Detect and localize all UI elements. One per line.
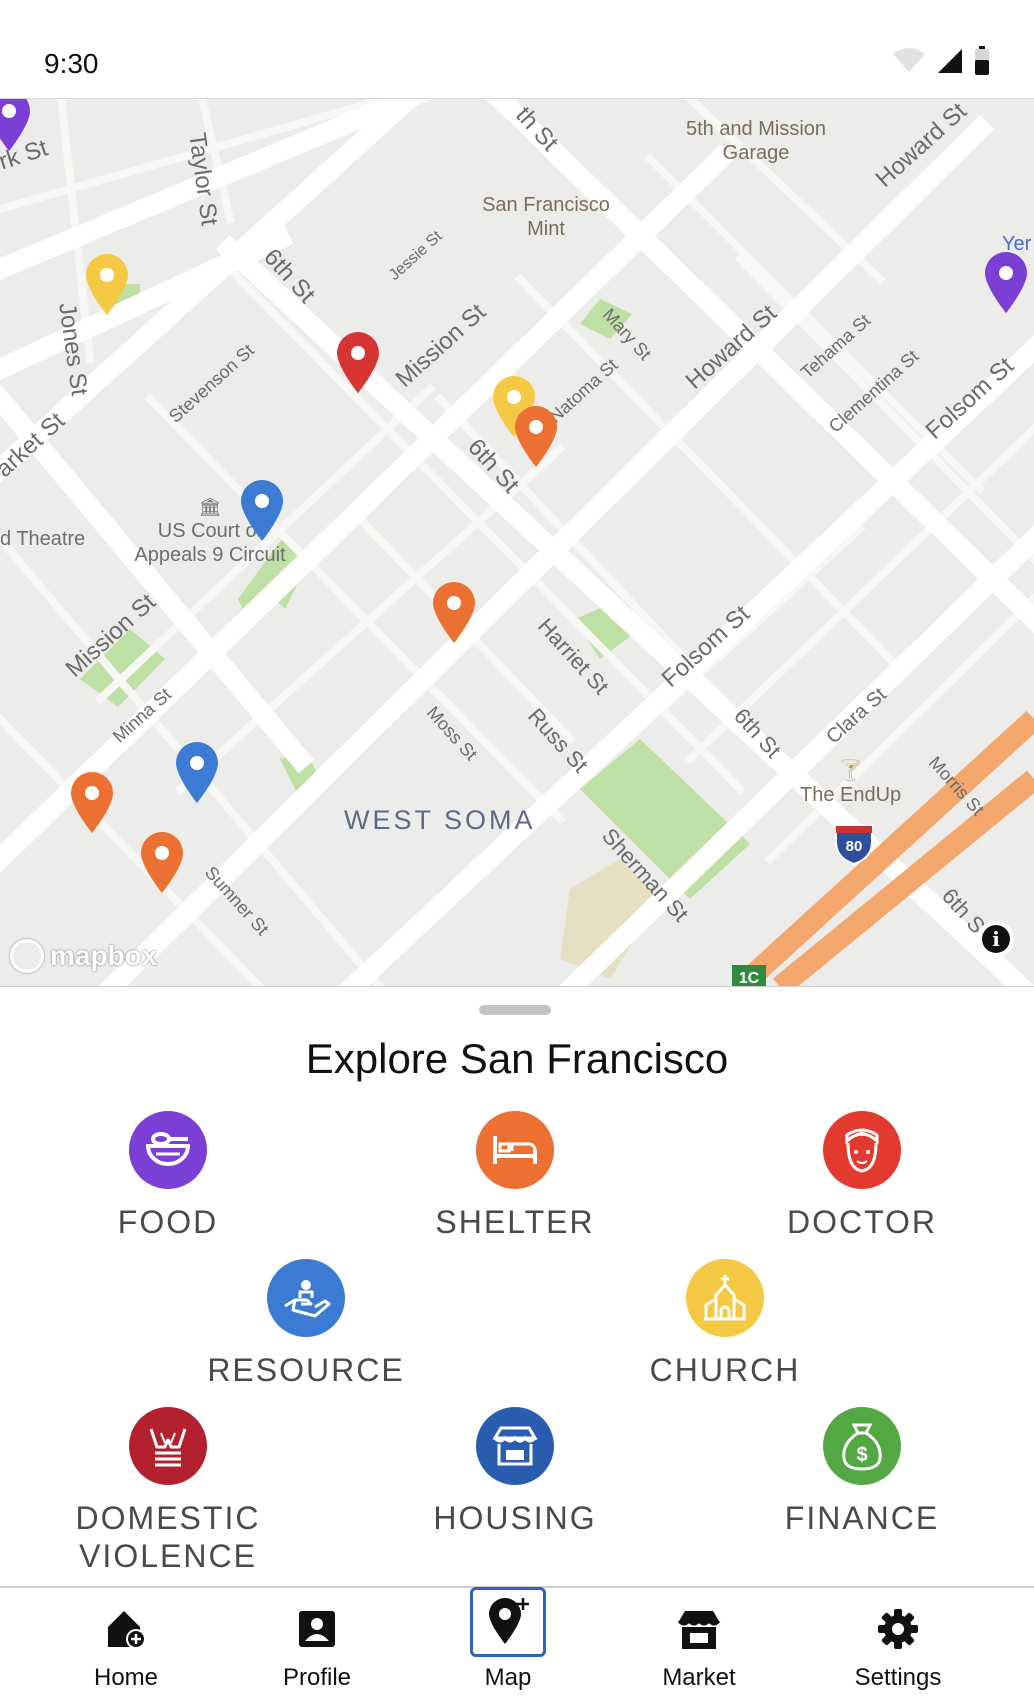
category-housing[interactable]: HOUSING xyxy=(385,1407,645,1537)
map-view[interactable]: 80 1C rk St Taylor St th St 5th and Miss… xyxy=(0,98,1034,987)
neighborhood-label: WEST SOMA xyxy=(344,805,536,835)
nav-market[interactable]: Market xyxy=(634,1604,764,1692)
nav-label: Profile xyxy=(282,1664,352,1691)
bed-icon xyxy=(476,1111,554,1189)
poi-name: d Theatre xyxy=(0,528,86,550)
map-pin-church[interactable] xyxy=(84,253,130,315)
map-pin-doctor[interactable] xyxy=(335,331,381,393)
nav-profile[interactable]: Profile xyxy=(252,1604,382,1692)
status-icons xyxy=(892,44,990,78)
bowl-icon xyxy=(129,1111,207,1189)
category-doctor[interactable]: DOCTOR xyxy=(732,1111,992,1241)
category-label: CHURCH xyxy=(649,1352,801,1388)
category-label: FOOD xyxy=(117,1204,219,1240)
signal-icon xyxy=(938,49,962,73)
home-plus-icon xyxy=(61,1604,191,1654)
category-resource[interactable]: RESOURCE xyxy=(176,1259,436,1389)
map-pin-food[interactable] xyxy=(983,251,1029,313)
category-label: FINANCE xyxy=(784,1500,940,1536)
mapbox-logo-icon xyxy=(10,939,44,973)
store-house-icon xyxy=(476,1407,554,1485)
nav-label: Market xyxy=(662,1664,736,1691)
poi-label: 🍸 The EndUp xyxy=(800,759,901,807)
poi-name: The EndUp xyxy=(800,784,902,806)
poi-name: San Francisco Mint xyxy=(482,194,610,240)
category-label: HOUSING xyxy=(433,1500,597,1536)
battery-icon xyxy=(975,46,989,75)
mapbox-wordmark: mapbox xyxy=(50,940,158,971)
map-pin-shelter[interactable] xyxy=(139,831,185,893)
sheet-title: Explore San Francisco xyxy=(305,1035,729,1082)
category-label: DOCTOR xyxy=(786,1204,938,1240)
map-pin-shelter[interactable] xyxy=(69,771,115,833)
poi-name: 5th and Mission Garage xyxy=(685,118,827,164)
hands-icon xyxy=(129,1407,207,1485)
wifi-icon xyxy=(893,48,925,72)
nav-map-icon-wrap xyxy=(443,1587,573,1657)
exit-shield: 1C xyxy=(732,965,766,987)
category-finance[interactable]: $ FINANCE xyxy=(732,1407,992,1537)
category-label: RESOURCE xyxy=(207,1352,405,1388)
category-shelter[interactable]: SHELTER xyxy=(385,1111,645,1241)
gear-icon xyxy=(833,1604,963,1654)
nav-label: Map xyxy=(484,1664,532,1691)
category-food[interactable]: FOOD xyxy=(38,1111,298,1241)
map-pin-resource[interactable] xyxy=(174,741,220,803)
interstate-number: 80 xyxy=(846,838,863,855)
nav-settings[interactable]: Settings xyxy=(833,1604,963,1692)
category-label: DOMESTIC VIOLENCE xyxy=(75,1500,261,1574)
money-bag-icon: $ xyxy=(823,1407,901,1485)
poi-label: 5th and Mission Garage xyxy=(676,117,836,165)
map-pin-shelter[interactable] xyxy=(513,405,559,467)
explore-sheet: Explore San Francisco FOOD SHELTER DOCTO… xyxy=(0,986,1034,1587)
bottom-navigation: Home Profile Map Market Settings xyxy=(0,1586,1034,1706)
category-label: SHELTER xyxy=(435,1204,595,1240)
status-bar: 9:30 xyxy=(0,0,1034,98)
map-pin-resource[interactable] xyxy=(239,479,285,541)
category-domestic-violence[interactable]: DOMESTIC VIOLENCE xyxy=(38,1407,298,1575)
nav-label: Home xyxy=(93,1664,159,1691)
storefront-icon xyxy=(634,1604,764,1654)
map-pin-shelter[interactable] xyxy=(431,581,477,643)
info-icon: i xyxy=(982,925,1010,953)
nav-label: Settings xyxy=(854,1664,942,1691)
hand-giving-icon xyxy=(267,1259,345,1337)
sheet-drag-handle[interactable] xyxy=(479,1005,551,1015)
bar-icon: 🍸 xyxy=(838,760,864,782)
nurse-icon xyxy=(823,1111,901,1189)
mapbox-logo[interactable]: mapbox xyxy=(10,939,157,973)
category-church[interactable]: CHURCH xyxy=(595,1259,855,1389)
nav-home[interactable]: Home xyxy=(61,1604,191,1692)
svg-text:$: $ xyxy=(856,1444,867,1466)
exit-number: 1C xyxy=(739,970,760,987)
profile-icon xyxy=(252,1604,382,1654)
app-screen: 9:30 80 1C rk St Taylor St th St 5th and… xyxy=(0,0,1034,1706)
nav-map[interactable]: Map xyxy=(443,1587,573,1692)
status-time: 9:30 xyxy=(44,48,99,79)
church-icon xyxy=(686,1259,764,1337)
poi-label: d Theatre xyxy=(0,527,85,551)
map-pin-food[interactable] xyxy=(0,98,32,151)
map-info-button[interactable]: i xyxy=(978,921,1014,957)
poi-label: San Francisco Mint xyxy=(476,193,616,241)
map-pin-plus-icon xyxy=(470,1587,546,1657)
